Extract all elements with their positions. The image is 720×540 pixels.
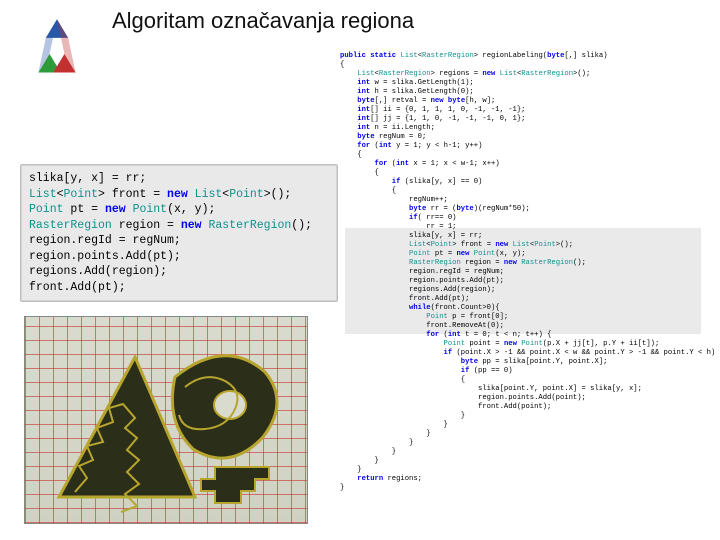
- code-listing: public static List<RasterRegion> regionL…: [340, 52, 712, 532]
- code-snippet: slika[y, x] = rr; List<Point> front = ne…: [29, 172, 312, 294]
- region-labeling-illustration: [24, 316, 308, 524]
- page-title: Algoritam označavanja regiona: [112, 8, 414, 34]
- code-listing-text: public static List<RasterRegion> regionL…: [340, 52, 720, 492]
- logo-icon: [26, 18, 88, 72]
- code-snippet-box: slika[y, x] = rr; List<Point> front = ne…: [20, 164, 338, 302]
